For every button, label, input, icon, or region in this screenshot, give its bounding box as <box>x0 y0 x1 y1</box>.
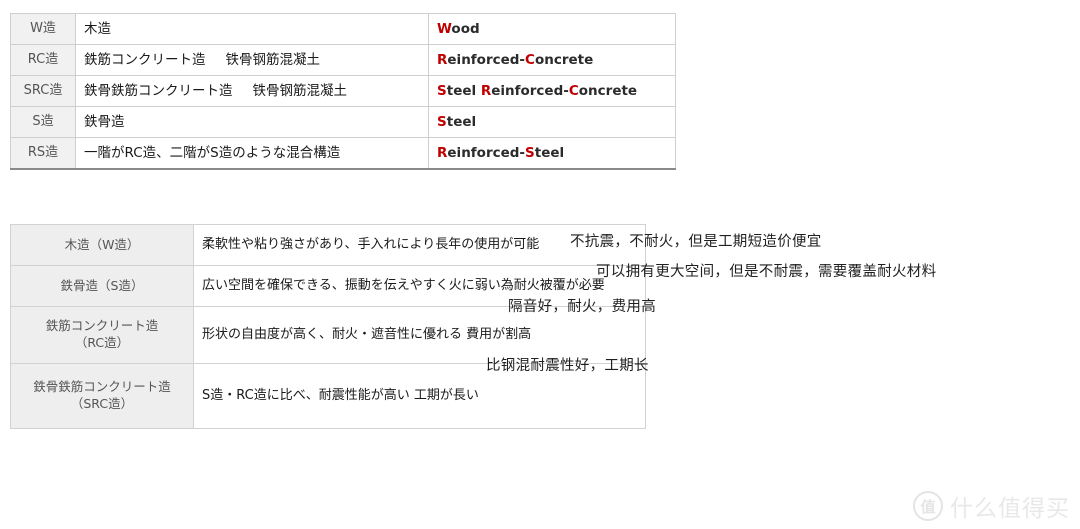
feature-name-cell: 木造（W造） <box>10 224 194 266</box>
feature-name-cell: 鉄筋コンクリート造 （RC造） <box>10 306 194 364</box>
english-rest: teel <box>534 144 565 161</box>
chinese-term: 铁骨钢筋混凝土 <box>252 82 348 99</box>
structure-japanese-cell: 木造 <box>75 13 429 45</box>
structure-code-table: W造 木造 Wood RC造 鉄筋コンクリート造 铁骨钢筋混凝土 Reinforc… <box>10 13 676 170</box>
table-row: RS造 一階がRC造、二階がS造のような混合構造 Reinforced-Stee… <box>10 137 676 170</box>
feature-name-line-1: 鉄筋コンクリート造 <box>45 318 159 334</box>
structure-feature-table: 木造（W造） 柔軟性や粘り強さがあり、手入れにより長年の使用が可能 鉄骨造（S造… <box>10 224 646 429</box>
structure-japanese-cell: 鉄骨鉄筋コンクリート造 铁骨钢筋混凝土 <box>75 75 429 107</box>
chinese-annotation-steel: 可以拥有更大空间，但是不耐震，需要覆盖耐火材料 <box>596 264 937 280</box>
english-rest: oncrete <box>578 82 638 99</box>
structure-feature-table-body: 木造（W造） 柔軟性や粘り強さがあり、手入れにより長年の使用が可能 鉄骨造（S造… <box>10 224 646 429</box>
table-row: SRC造 鉄骨鉄筋コンクリート造 铁骨钢筋混凝土 Steel Reinforced… <box>10 75 676 107</box>
structure-japanese-cell: 一階がRC造、二階がS造のような混合構造 <box>75 137 429 170</box>
table-row: 木造（W造） 柔軟性や粘り強さがあり、手入れにより長年の使用が可能 <box>10 224 646 266</box>
english-initial: R <box>437 144 448 161</box>
english-initial: R <box>480 82 492 99</box>
english-initial: S <box>525 144 535 161</box>
english-initial: S <box>437 82 447 99</box>
english-rest: oncrete <box>534 51 594 68</box>
structure-english-cell: Reinforced-Concrete <box>428 44 676 76</box>
english-rest: teel <box>446 82 481 99</box>
chinese-term: 铁骨钢筋混凝土 <box>225 51 321 68</box>
structure-english-cell: Steel <box>428 106 676 138</box>
structure-code-cell: RS造 <box>10 137 76 170</box>
japanese-term: 鉄筋コンクリート造 <box>84 51 206 68</box>
watermark-badge-icon: 值 <box>913 491 943 521</box>
english-initial: R <box>437 51 448 68</box>
table-row: RC造 鉄筋コンクリート造 铁骨钢筋混凝土 Reinforced-Concrete <box>10 44 676 76</box>
structure-code-cell: RC造 <box>10 44 76 76</box>
chinese-annotation-rc: 隔音好，耐火，费用高 <box>508 299 656 315</box>
table-row: W造 木造 Wood <box>10 13 676 45</box>
english-initial: W <box>437 20 452 37</box>
structure-code-table-body: W造 木造 Wood RC造 鉄筋コンクリート造 铁骨钢筋混凝土 Reinforc… <box>10 13 676 170</box>
english-initial: C <box>568 82 579 99</box>
structure-japanese-cell: 鉄骨造 <box>75 106 429 138</box>
feature-name-line-2: （RC造） <box>74 335 130 350</box>
watermark-text: 什么值得买 <box>950 496 1070 522</box>
english-rest: teel <box>446 113 477 130</box>
english-rest: einforced- <box>447 51 526 68</box>
japanese-term: 鉄骨鉄筋コンクリート造 <box>84 82 233 99</box>
feature-name-line-2: （SRC造） <box>70 396 134 411</box>
structure-code-cell: S造 <box>10 106 76 138</box>
structure-english-cell: Steel Reinforced-Concrete <box>428 75 676 107</box>
structure-english-cell: Wood <box>428 13 676 45</box>
english-rest: einforced- <box>447 144 526 161</box>
chinese-annotation-src: 比钢混耐震性好，工期长 <box>486 358 649 374</box>
japanese-term: 一階がRC造、二階がS造のような混合構造 <box>84 144 341 161</box>
english-initial: S <box>437 113 447 130</box>
structure-code-cell: SRC造 <box>10 75 76 107</box>
japanese-term: 木造 <box>84 20 111 37</box>
table-row: S造 鉄骨造 Steel <box>10 106 676 138</box>
structure-code-cell: W造 <box>10 13 76 45</box>
english-rest: einforced- <box>491 82 569 99</box>
japanese-term: 鉄骨造 <box>84 113 125 130</box>
english-initial: C <box>525 51 535 68</box>
feature-name-cell: 鉄骨鉄筋コンクリート造 （SRC造） <box>10 363 194 429</box>
english-rest: ood <box>451 20 480 37</box>
watermark: 值 什么值得买 <box>913 489 1070 523</box>
chinese-annotation-wood: 不抗震，不耐火，但是工期短造价便宜 <box>570 234 822 250</box>
structure-english-cell: Reinforced-Steel <box>428 137 676 170</box>
feature-name-cell: 鉄骨造（S造） <box>10 265 194 307</box>
feature-name-line-1: 鉄骨鉄筋コンクリート造 <box>33 379 171 395</box>
structure-japanese-cell: 鉄筋コンクリート造 铁骨钢筋混凝土 <box>75 44 429 76</box>
